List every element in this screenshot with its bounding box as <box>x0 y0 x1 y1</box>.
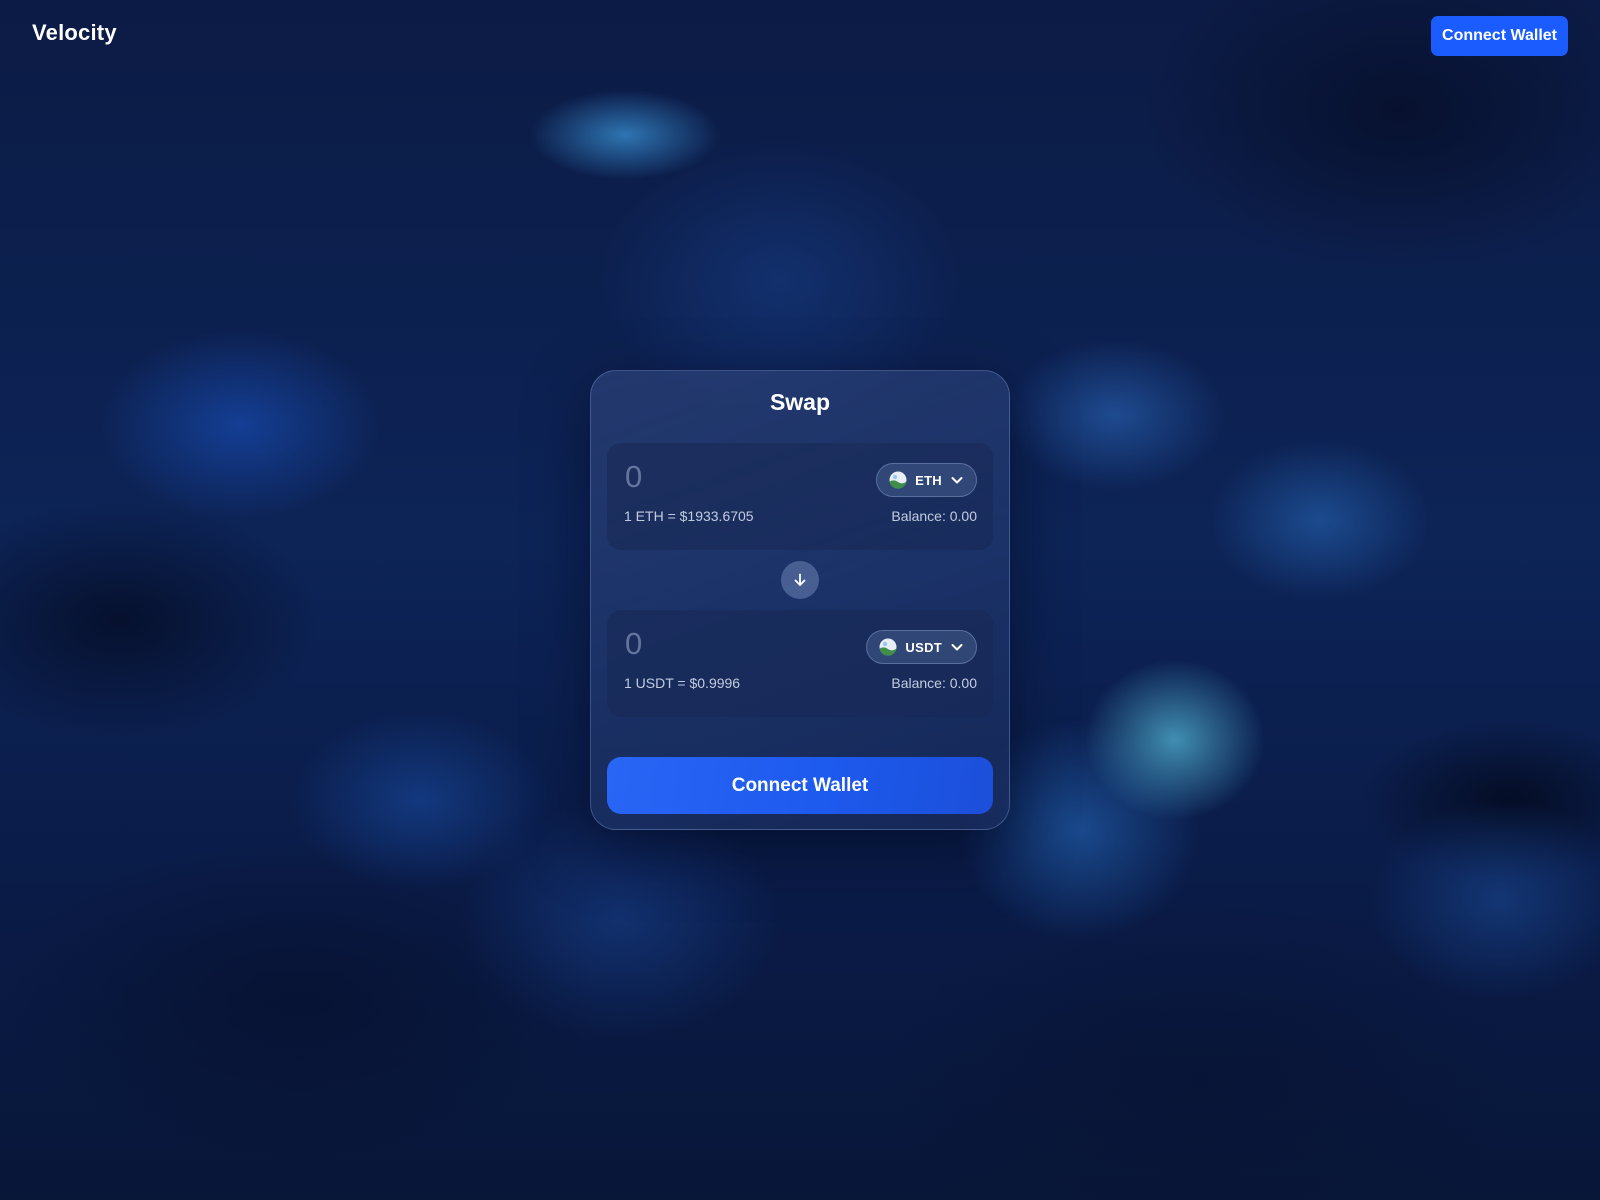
to-token-select[interactable]: USDT <box>866 630 977 664</box>
to-rate-text: 1 USDT = $0.9996 <box>624 675 741 691</box>
chevron-down-icon <box>951 644 963 651</box>
from-token-symbol: ETH <box>915 472 942 488</box>
to-token-symbol: USDT <box>905 639 942 655</box>
usdt-token-icon <box>879 638 897 656</box>
swap-connect-wallet-button[interactable]: Connect Wallet <box>607 757 993 814</box>
eth-token-icon <box>889 471 907 489</box>
header-connect-wallet-button[interactable]: Connect Wallet <box>1431 16 1568 56</box>
top-bar: Velocity Connect Wallet <box>0 0 1600 70</box>
chevron-down-icon <box>951 477 963 484</box>
from-token-select[interactable]: ETH <box>876 463 977 497</box>
from-amount-input[interactable] <box>625 457 825 497</box>
to-balance-text: Balance: 0.00 <box>891 675 977 691</box>
swap-card: Swap ETH 1 ETH = $1933.6705 Balance: 0.0… <box>590 370 1010 830</box>
swap-title: Swap <box>769 389 831 415</box>
app-logo[interactable]: Velocity <box>32 20 117 46</box>
arrow-down-icon <box>794 573 806 586</box>
from-balance-text: Balance: 0.00 <box>891 508 977 524</box>
from-token-panel: ETH 1 ETH = $1933.6705 Balance: 0.00 <box>607 443 993 550</box>
to-amount-input[interactable] <box>625 624 825 664</box>
from-rate-text: 1 ETH = $1933.6705 <box>624 508 754 524</box>
swap-direction-button[interactable] <box>781 561 819 599</box>
to-token-panel: USDT 1 USDT = $0.9996 Balance: 0.00 <box>607 610 993 717</box>
